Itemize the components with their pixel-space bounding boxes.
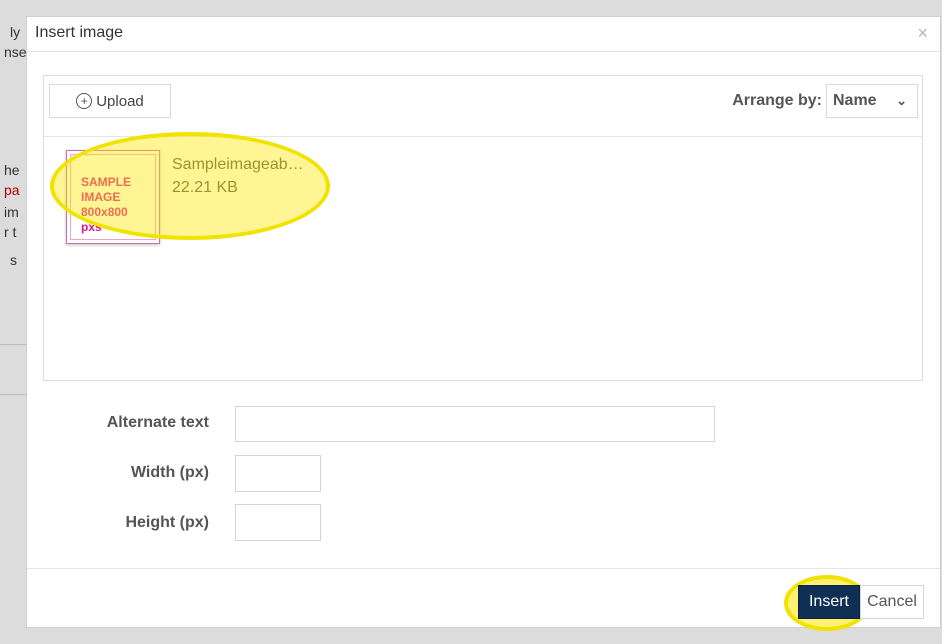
dialog-footer: Insert Cancel (27, 568, 940, 631)
width-label: Width (px) (130, 464, 209, 481)
plus-circle-icon: + (76, 93, 93, 109)
thumbnail-line: 800x800 (81, 205, 128, 219)
insert-button[interactable]: Insert (798, 585, 860, 619)
bg-divider (0, 344, 26, 345)
bg-text-fragment: pa (4, 182, 20, 198)
height-label: Height (px) (125, 514, 209, 531)
thumbnail-line: SAMPLE (81, 175, 132, 189)
dialog-header: Insert image × (27, 17, 940, 52)
bg-text-fragment: im (4, 204, 19, 220)
arrange-by-value: Name (833, 92, 877, 109)
file-item[interactable]: SAMPLE IMAGE 800x800 pxs Sampleimageab… … (50, 132, 330, 246)
bg-text-fragment: nse (4, 44, 27, 60)
alt-text-input[interactable] (235, 406, 715, 442)
chevron-down-icon: ⌄ (896, 93, 907, 108)
thumbnail-text: SAMPLE IMAGE 800x800 pxs (81, 175, 131, 235)
browser-toolbar: + Upload Arrange by: Name ⌄ (44, 76, 922, 137)
bg-text-fragment: ly (10, 24, 21, 40)
bg-divider (0, 394, 26, 395)
upload-label: Upload (96, 92, 144, 110)
file-size: 22.21 KB (172, 179, 238, 196)
cancel-button[interactable]: Cancel (860, 585, 924, 619)
thumbnail-line: IMAGE (81, 190, 121, 204)
bg-text-fragment: r t (4, 224, 17, 240)
arrange-by-label: Arrange by: (732, 92, 822, 109)
image-thumbnail[interactable]: SAMPLE IMAGE 800x800 pxs (66, 150, 160, 244)
upload-button[interactable]: + Upload (49, 84, 171, 118)
insert-image-dialog: Insert image × + Upload Arrange by: Name… (26, 16, 941, 631)
alt-text-label: Alternate text (106, 414, 209, 431)
thumbnail-line: pxs (81, 220, 102, 234)
close-icon[interactable]: × (917, 23, 928, 44)
height-input[interactable] (235, 504, 321, 541)
file-browser: + Upload Arrange by: Name ⌄ SAMPLE IMAGE… (43, 75, 923, 381)
dialog-title: Insert image (35, 24, 124, 41)
bg-text-fragment: he (4, 162, 20, 178)
arrange-by-select[interactable]: Name ⌄ (826, 84, 918, 118)
width-input[interactable] (235, 455, 321, 492)
bg-text-fragment: s (10, 252, 17, 268)
file-name: Sampleimageab… (172, 156, 304, 173)
